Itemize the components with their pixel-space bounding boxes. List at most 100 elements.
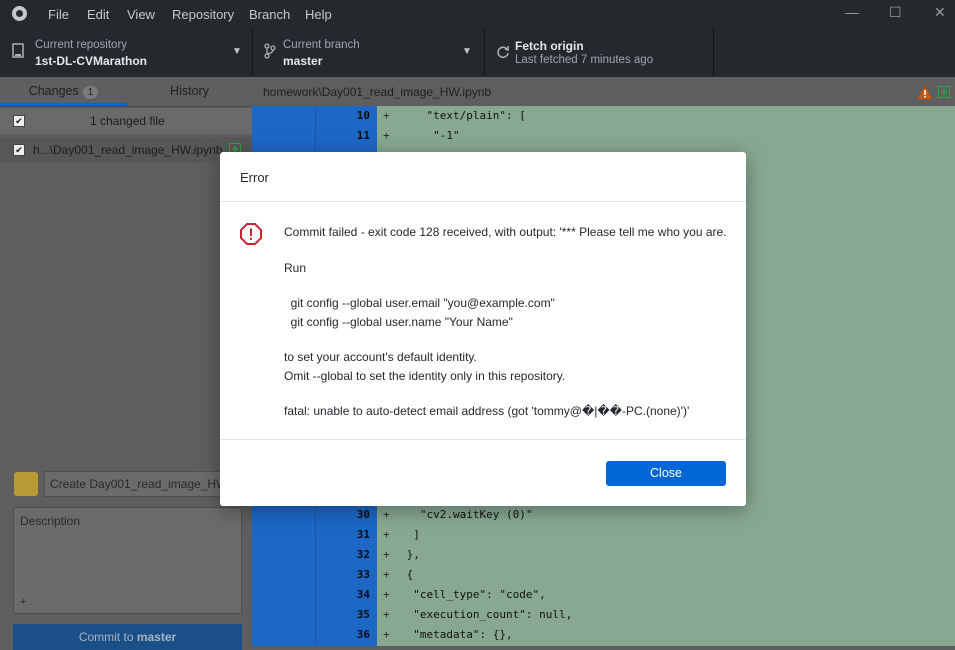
diff-path-prefix: homework\ <box>263 85 322 99</box>
diff-code: "text/plain": [ <box>400 109 526 122</box>
line-number: 34 <box>356 588 370 601</box>
error-message-line: git config --global user.name "Your Name… <box>284 315 513 329</box>
branch-label: Current branch <box>283 39 360 51</box>
diff-line: 32 + }, <box>252 545 955 565</box>
repo-icon <box>12 43 24 58</box>
avatar <box>14 472 38 496</box>
fetch-origin-button[interactable]: Fetch origin Last fetched 7 minutes ago <box>484 27 714 77</box>
menu-repository[interactable]: Repository <box>172 7 234 22</box>
minimize-button[interactable]: — <box>845 4 859 20</box>
breadcrumb: homework\Day001_read_image_HW.ipynb <box>263 85 491 99</box>
file-added-icon <box>938 86 950 98</box>
line-number: 36 <box>356 628 370 641</box>
tab-bar: Changes 1 History <box>0 77 252 107</box>
diff-sign: + <box>383 588 390 601</box>
commit-button-branch: master <box>136 630 177 644</box>
current-repository-dropdown[interactable]: Current repository 1st-DL-CVMarathon ▼ <box>0 27 253 77</box>
divider <box>220 201 746 202</box>
commit-form: Create Day001_read_image_HW.ipynb Descri… <box>0 461 252 650</box>
current-branch-dropdown[interactable]: Current branch master ▼ <box>252 27 485 77</box>
menu-file[interactable]: File <box>48 7 69 22</box>
commit-button[interactable]: Commit to master <box>13 624 242 650</box>
diff-sign: + <box>383 508 390 521</box>
line-number: 11 <box>356 129 370 142</box>
diff-code: ] <box>400 528 420 541</box>
commit-button-prefix: Commit to <box>78 630 137 644</box>
select-all-checkbox[interactable]: ✔ <box>13 115 25 127</box>
dialog-title: Error <box>240 170 269 185</box>
diff-sign: + <box>383 109 390 122</box>
maximize-button[interactable]: ☐ <box>889 4 902 21</box>
github-logo-icon <box>12 6 27 21</box>
divider <box>220 439 746 440</box>
changes-count-badge: 1 <box>82 86 99 99</box>
error-stop-icon <box>240 223 262 245</box>
diff-sign: + <box>383 628 390 641</box>
sync-icon <box>497 46 509 59</box>
diff-line: 31 + ] <box>252 525 955 545</box>
tab-history[interactable]: History <box>127 77 252 106</box>
diff-line: 33 + { <box>252 565 955 585</box>
fetch-label: Fetch origin <box>515 39 584 53</box>
commit-description-input[interactable]: Description + <box>13 507 242 614</box>
line-number: 30 <box>356 508 370 521</box>
close-window-button[interactable]: ✕ <box>934 4 946 21</box>
menu-view[interactable]: View <box>127 7 155 22</box>
commit-summary-input[interactable]: Create Day001_read_image_HW.ipynb <box>44 471 222 497</box>
diff-header: homework\Day001_read_image_HW.ipynb <box>252 77 955 107</box>
error-message-line: Omit --global to set the identity only i… <box>284 369 566 383</box>
diff-code: "-1" <box>400 129 460 142</box>
diff-path-file: Day001_read_image_HW.ipynb <box>321 85 492 99</box>
diff-code: "cv2.waitKey (0)" <box>400 508 533 521</box>
close-button[interactable]: Close <box>606 461 726 486</box>
line-number: 35 <box>356 608 370 621</box>
diff-code: { <box>400 568 414 581</box>
diff-sign: + <box>383 548 390 561</box>
description-placeholder: Description <box>20 514 81 528</box>
changes-panel: Changes 1 History ✔ 1 changed file ✔ h...… <box>0 77 252 650</box>
diff-line: 30 + "cv2.waitKey (0)" <box>252 505 955 525</box>
file-checkbox[interactable]: ✔ <box>13 144 25 156</box>
line-number: 10 <box>356 109 370 122</box>
error-message-line: git config --global user.email "you@exam… <box>284 296 555 310</box>
tab-changes-label: Changes <box>28 84 79 98</box>
line-number: 33 <box>356 568 370 581</box>
warning-icon[interactable] <box>918 86 932 99</box>
error-message-line: to set your account's default identity. <box>284 350 477 364</box>
title-bar: File Edit View Repository Branch Help — … <box>0 0 955 27</box>
diff-code: }, <box>400 548 420 561</box>
diff-code: "cell_type": "code", <box>400 588 546 601</box>
menu-help[interactable]: Help <box>305 7 332 22</box>
diff-code: "metadata": {}, <box>400 628 513 641</box>
branch-name: master <box>283 54 323 68</box>
diff-sign: + <box>383 129 390 142</box>
fetch-status: Last fetched 7 minutes ago <box>515 54 654 66</box>
changed-files-count: 1 changed file <box>90 114 165 128</box>
repo-name: 1st-DL-CVMarathon <box>35 54 148 68</box>
tab-changes[interactable]: Changes 1 <box>0 77 127 106</box>
tab-history-label: History <box>170 84 209 98</box>
list-item[interactable]: ✔ h...\Day001_read_image_HW.ipynb <box>0 137 252 163</box>
chevron-down-icon: ▼ <box>462 46 472 57</box>
diff-sign: + <box>383 568 390 581</box>
branch-icon <box>264 43 276 59</box>
diff-line: 35 + "execution_count": null, <box>252 605 955 625</box>
line-number: 31 <box>356 528 370 541</box>
line-number: 32 <box>356 548 370 561</box>
error-message-line: Run <box>284 261 307 275</box>
add-coauthor-icon[interactable]: + <box>20 596 26 608</box>
diff-sign: + <box>383 608 390 621</box>
chevron-down-icon: ▼ <box>232 46 242 57</box>
diff-line: 34 + "cell_type": "code", <box>252 585 955 605</box>
diff-line: 10 + "text/plain": [ <box>252 106 955 126</box>
error-message-line: Commit failed - exit code 128 received, … <box>284 225 727 239</box>
file-path: h...\Day001_read_image_HW.ipynb <box>33 143 223 157</box>
menu-branch[interactable]: Branch <box>249 7 290 22</box>
changed-files-header: ✔ 1 changed file <box>0 108 252 134</box>
diff-sign: + <box>383 528 390 541</box>
error-dialog: Error Commit failed - exit code 128 rece… <box>220 152 746 506</box>
diff-line: 36 + "metadata": {}, <box>252 625 955 645</box>
menu-edit[interactable]: Edit <box>87 7 109 22</box>
toolbar: Current repository 1st-DL-CVMarathon ▼ C… <box>0 27 955 77</box>
error-message-line: fatal: unable to auto-detect email addre… <box>284 404 690 418</box>
